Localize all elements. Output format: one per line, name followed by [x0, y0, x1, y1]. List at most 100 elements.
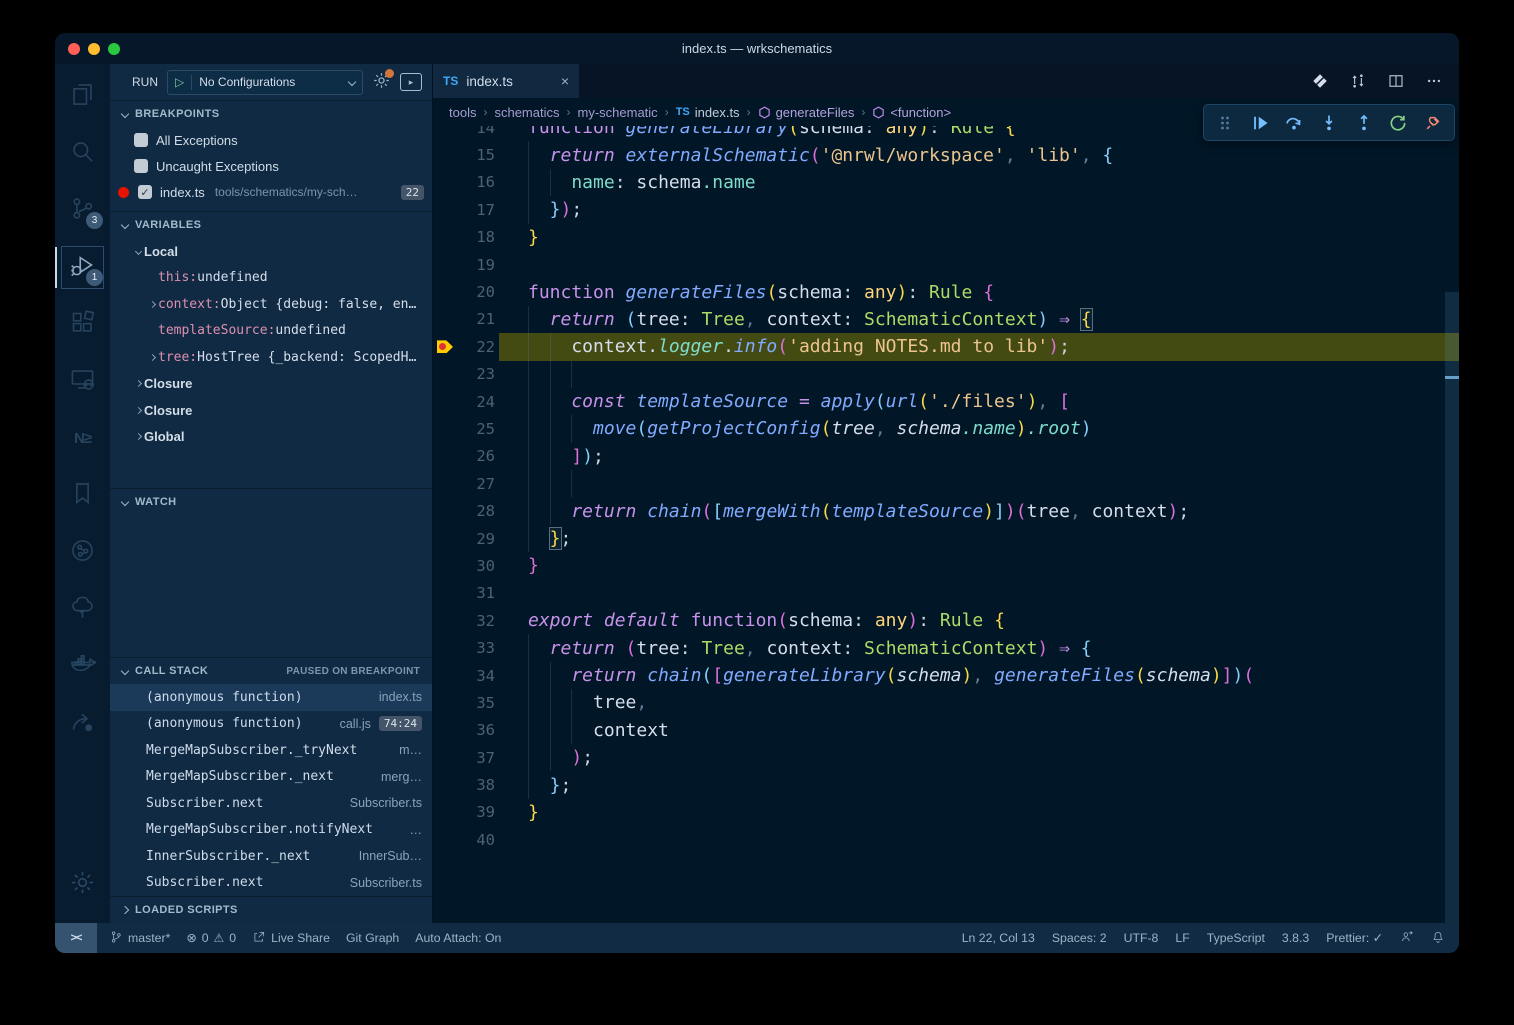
breakpoint-row[interactable]: All Exceptions — [110, 127, 432, 153]
breadcrumb-item-my-schematic[interactable]: my-schematic — [578, 105, 658, 120]
twisty-closed-icon[interactable] — [132, 434, 144, 439]
variable-row[interactable]: context: Object {debug: false, en… — [110, 291, 432, 318]
breakpoint-margin[interactable] — [433, 141, 457, 168]
status-indentation[interactable]: Spaces: 2 — [1052, 931, 1107, 945]
gutter[interactable]: 35 — [433, 689, 499, 716]
status-auto-attach[interactable]: Auto Attach: On — [415, 931, 501, 945]
breakpoint-margin[interactable] — [433, 717, 457, 744]
configure-gear-button[interactable] — [372, 71, 391, 93]
gutter[interactable]: 30 — [433, 552, 499, 579]
breakpoints-section-header[interactable]: BREAKPOINTS — [110, 100, 432, 127]
restart-button[interactable] — [1388, 113, 1408, 133]
activity-source-control[interactable]: 3 — [55, 182, 110, 239]
disconnect-button[interactable] — [1423, 113, 1443, 133]
gutter[interactable]: 18 — [433, 224, 499, 251]
gutter[interactable]: 19 — [433, 251, 499, 278]
maximize-window-button[interactable] — [108, 43, 120, 55]
call-stack-frame[interactable]: InnerSubscriber._nextInnerSub… — [110, 843, 432, 870]
call-stack-frame[interactable]: (anonymous function)call.js74:24 — [110, 711, 432, 738]
variable-row[interactable]: tree: HostTree {_backend: ScopedH… — [110, 344, 432, 371]
twisty-open-icon[interactable] — [132, 249, 144, 254]
breakpoint-margin[interactable] — [433, 388, 457, 415]
variables-section-header[interactable]: VARIABLES — [110, 211, 432, 238]
status-ts-version[interactable]: 3.8.3 — [1282, 931, 1309, 945]
open-changes-button[interactable] — [1311, 72, 1329, 90]
remote-indicator[interactable]: >< — [55, 923, 97, 953]
current-statement-breakpoint-icon[interactable] — [433, 333, 457, 360]
activity-settings[interactable] — [55, 856, 110, 913]
activity-extensions[interactable] — [55, 296, 110, 353]
breakpoint-margin[interactable] — [433, 662, 457, 689]
gutter[interactable]: 27 — [433, 470, 499, 497]
breakpoint-margin[interactable] — [433, 607, 457, 634]
debug-console-button[interactable]: ▸ — [400, 73, 422, 91]
breadcrumb-item-tools[interactable]: tools — [449, 105, 476, 120]
breakpoint-margin[interactable] — [433, 580, 457, 607]
breakpoint-margin[interactable] — [433, 470, 457, 497]
status-language-mode[interactable]: TypeScript — [1207, 931, 1265, 945]
breakpoint-margin[interactable] — [433, 525, 457, 552]
continue-button[interactable] — [1250, 113, 1270, 133]
activity-bookmarks[interactable] — [55, 467, 110, 524]
activity-run-and-debug[interactable]: 1 — [55, 239, 110, 296]
breakpoint-margin[interactable] — [433, 278, 457, 305]
breakpoint-margin[interactable] — [433, 634, 457, 661]
call-stack-frame[interactable]: MergeMapSubscriber._tryNextm… — [110, 737, 432, 764]
activity-search[interactable] — [55, 125, 110, 182]
gutter[interactable]: 17 — [433, 196, 499, 223]
start-debugging-icon[interactable]: ▷ — [175, 75, 184, 89]
gutter[interactable]: 23 — [433, 361, 499, 388]
breakpoint-margin[interactable] — [433, 826, 457, 853]
breakpoint-margin[interactable] — [433, 552, 457, 579]
close-window-button[interactable] — [68, 43, 80, 55]
call-stack-frame[interactable]: MergeMapSubscriber._nextmerg… — [110, 764, 432, 791]
split-editor-button[interactable] — [1387, 72, 1405, 90]
activity-nx-console[interactable]: N≥ — [55, 410, 110, 467]
more-actions-button[interactable] — [1425, 72, 1443, 90]
activity-live-share[interactable] — [55, 695, 110, 752]
breakpoint-margin[interactable] — [433, 415, 457, 442]
checkbox-unchecked[interactable] — [134, 133, 148, 147]
twisty-closed-icon[interactable] — [132, 408, 144, 413]
variable-row[interactable]: templateSource: undefined — [110, 318, 432, 345]
breadcrumb-item-schematics[interactable]: schematics — [494, 105, 559, 120]
status-git-graph[interactable]: Git Graph — [346, 931, 399, 945]
breakpoint-margin[interactable] — [433, 196, 457, 223]
gutter[interactable]: 36 — [433, 717, 499, 744]
launch-configuration-dropdown[interactable]: ▷ No Configurations — [167, 70, 363, 95]
gutter[interactable]: 32 — [433, 607, 499, 634]
gutter[interactable]: 38 — [433, 771, 499, 798]
gutter[interactable]: 29 — [433, 525, 499, 552]
gutter[interactable]: 31 — [433, 580, 499, 607]
drag-grip-button[interactable] — [1215, 113, 1235, 133]
status-live-share[interactable]: Live Share — [252, 930, 330, 947]
variable-row[interactable]: Closure — [110, 371, 432, 398]
breadcrumb-item-generatefiles[interactable]: generateFiles — [758, 105, 855, 120]
gutter[interactable]: 39 — [433, 799, 499, 826]
status-notifications[interactable] — [1431, 930, 1445, 947]
breakpoint-margin[interactable] — [433, 169, 457, 196]
gutter[interactable]: 40 — [433, 826, 499, 853]
status-feedback[interactable] — [1400, 930, 1414, 947]
gutter[interactable]: 24 — [433, 388, 499, 415]
code-area[interactable]: 14function generateLibrary(schema: any):… — [433, 126, 1459, 923]
step-out-button[interactable] — [1354, 113, 1374, 133]
variable-row[interactable]: this: undefined — [110, 265, 432, 292]
gutter[interactable]: 34 — [433, 662, 499, 689]
breakpoint-margin[interactable] — [433, 744, 457, 771]
activity-project-tree[interactable] — [55, 581, 110, 638]
loaded-scripts-section-header[interactable]: LOADED SCRIPTS — [110, 896, 432, 923]
variable-row[interactable]: Local — [110, 238, 432, 265]
gutter[interactable]: 20 — [433, 278, 499, 305]
activity-explorer[interactable] — [55, 68, 110, 125]
gutter[interactable]: 21 — [433, 306, 499, 333]
gutter[interactable]: 33 — [433, 634, 499, 661]
breakpoint-margin[interactable] — [433, 497, 457, 524]
breakpoint-margin[interactable] — [433, 799, 457, 826]
breakpoint-margin[interactable] — [433, 771, 457, 798]
gutter[interactable]: 16 — [433, 169, 499, 196]
gutter[interactable]: 37 — [433, 744, 499, 771]
breakpoint-margin[interactable] — [433, 443, 457, 470]
twisty-closed-icon[interactable] — [146, 302, 158, 307]
gutter[interactable]: 14 — [433, 126, 499, 141]
